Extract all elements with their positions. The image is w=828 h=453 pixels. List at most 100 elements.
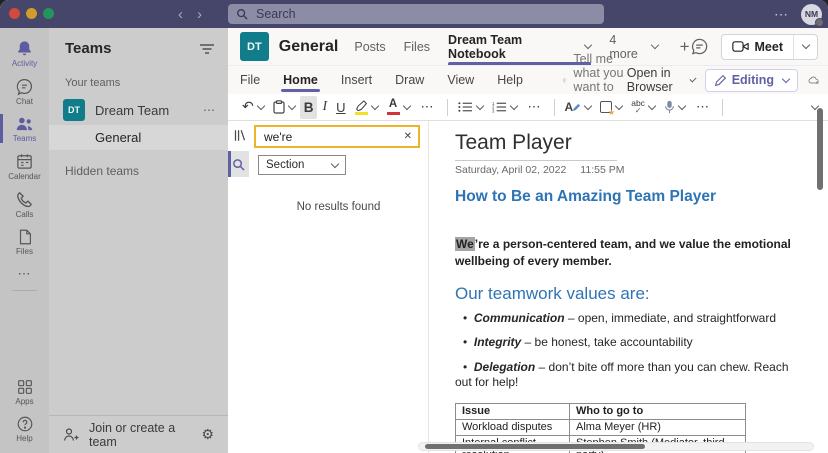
highlight-color-swatch	[354, 111, 368, 115]
open-in-browser-button[interactable]: Open in Browser	[627, 66, 697, 94]
chevron-down-icon	[781, 74, 791, 83]
page-title: Team Player	[455, 131, 572, 154]
toolbar-divider	[553, 98, 555, 116]
chevron-down-icon	[614, 101, 624, 110]
profile-avatar[interactable]: NM	[801, 3, 824, 27]
meet-options-button[interactable]	[793, 34, 817, 59]
notebook-search-box[interactable]: ✕	[254, 125, 420, 148]
rail-item-apps[interactable]: Apps	[0, 373, 49, 410]
styles-pen-icon	[573, 103, 581, 112]
chevron-down-icon	[677, 101, 687, 110]
rail-item-teams[interactable]: Teams	[0, 110, 49, 147]
ribbon-tab-file[interactable]: File	[240, 66, 260, 94]
chevron-down-icon	[330, 159, 340, 168]
search-scope-dropdown[interactable]: Section	[258, 155, 346, 175]
global-search-box[interactable]	[228, 4, 604, 24]
window-controls	[9, 8, 54, 19]
tags-button[interactable]	[596, 96, 626, 119]
ribbon-tab-help[interactable]: Help	[497, 66, 523, 94]
teams-window: ‹ › ⋯ NM Activity Chat	[0, 0, 828, 453]
onenote-ribbon-tabs: File Home Insert Draw View Help Tell me …	[228, 52, 828, 108]
teams-people-icon	[16, 117, 33, 131]
ribbon-tab-view[interactable]: View	[447, 66, 474, 94]
calendar-icon	[17, 154, 32, 169]
undo-button[interactable]: ↶	[238, 96, 268, 119]
rail-item-chat[interactable]: Chat	[0, 72, 49, 110]
chevron-down-icon	[509, 101, 518, 110]
toolbar-divider	[446, 98, 448, 116]
gear-icon[interactable]: ⚙	[201, 426, 214, 443]
values-heading: Our teamwork values are:	[455, 283, 650, 303]
font-color-button[interactable]: A	[383, 96, 414, 119]
italic-button[interactable]: I	[318, 96, 331, 119]
ribbon-tab-insert[interactable]: Insert	[341, 66, 372, 94]
bulleted-list-button[interactable]	[454, 96, 487, 119]
file-icon	[19, 229, 31, 245]
underline-button[interactable]: U	[332, 96, 349, 119]
more-options-button[interactable]: ⋯	[774, 6, 789, 23]
horizontal-scrollbar-thumb[interactable]	[425, 444, 645, 449]
rail-more-apps-button[interactable]: ⋯	[0, 260, 49, 284]
chevron-down-icon	[583, 101, 593, 110]
more-font-options-button[interactable]: ⋯	[415, 96, 441, 119]
note-heading: How to Be an Amazing Team Player	[455, 188, 716, 205]
rail-item-calls[interactable]: Calls	[0, 185, 49, 223]
note-page-canvas[interactable]: Team Player Saturday, April 02, 2022 11:5…	[428, 121, 828, 453]
global-search-input[interactable]	[254, 6, 596, 22]
tab-more[interactable]: 4 more	[609, 28, 659, 65]
editing-mode-button[interactable]: Editing	[704, 68, 799, 92]
ribbon-tab-home[interactable]: Home	[281, 66, 320, 94]
chevron-down-icon	[370, 101, 379, 110]
highlighter-button[interactable]	[351, 96, 382, 119]
hidden-teams-toggle[interactable]: Hidden teams	[49, 150, 228, 192]
channel-title: General	[278, 37, 339, 55]
notebooks-icon[interactable]	[228, 123, 249, 148]
tab-files[interactable]: Files	[404, 28, 430, 65]
sync-cloud-icon	[808, 76, 819, 84]
spelling-button[interactable]: abc ✓	[627, 96, 659, 119]
numbered-list-button[interactable]: 123	[488, 96, 521, 119]
sidebar-team-dream-team[interactable]: DT Dream Team ⋯	[49, 95, 228, 125]
forward-button[interactable]: ›	[197, 7, 202, 22]
channel-conversation-icon[interactable]	[690, 37, 709, 56]
rail-item-help[interactable]: Help	[0, 410, 49, 453]
toolbar-divider	[721, 98, 723, 116]
bold-button[interactable]: B	[299, 95, 318, 119]
search-icon	[233, 158, 245, 171]
people-plus-icon	[63, 428, 79, 441]
table-header-row: Issue Who to go to	[455, 402, 746, 420]
join-or-create-team-button[interactable]: Join or create a team ⚙	[49, 415, 228, 453]
more-paragraph-options-button[interactable]: ⋯	[522, 96, 548, 119]
no-results-message: No results found	[296, 201, 381, 213]
channel-team-avatar: DT	[240, 32, 269, 61]
close-window-button[interactable]	[9, 8, 20, 19]
values-list: • Communication – open, immediate, and s…	[455, 311, 816, 391]
clear-search-button[interactable]: ✕	[400, 131, 412, 142]
meet-button[interactable]: Meet	[720, 33, 818, 60]
search-tool-selected[interactable]	[228, 151, 249, 177]
lightbulb-icon	[562, 78, 566, 82]
main-panel: DT General Posts Files Dream Team Notebo…	[228, 28, 828, 453]
rail-item-activity[interactable]: Activity	[0, 34, 49, 72]
filter-icon[interactable]	[200, 43, 214, 55]
dictate-button[interactable]	[660, 96, 689, 119]
vertical-scrollbar[interactable]	[817, 108, 823, 190]
back-button[interactable]: ‹	[178, 7, 183, 22]
more-toolbar-options-button[interactable]: ⋯	[690, 96, 716, 119]
ribbon-tab-draw[interactable]: Draw	[395, 66, 424, 94]
tab-dream-team-notebook[interactable]: Dream Team Notebook	[448, 28, 593, 65]
rail-item-files[interactable]: Files	[0, 223, 49, 260]
chevron-down-icon	[584, 40, 593, 50]
tab-posts[interactable]: Posts	[354, 28, 385, 65]
zoom-window-button[interactable]	[43, 8, 54, 19]
notebook-search-input[interactable]	[262, 128, 400, 145]
rail-item-calendar[interactable]: Calendar	[0, 147, 49, 185]
styles-button[interactable]: A	[561, 96, 596, 119]
add-tab-button[interactable]: +	[680, 37, 690, 57]
page-title-block: Team Player	[455, 131, 617, 161]
minimize-window-button[interactable]	[26, 8, 37, 19]
list-item: • Integrity – be honest, take accountabi…	[463, 335, 693, 350]
paste-button[interactable]	[269, 96, 299, 119]
sidebar-channel-general[interactable]: General	[49, 125, 228, 150]
team-more-options-button[interactable]: ⋯	[203, 103, 216, 117]
